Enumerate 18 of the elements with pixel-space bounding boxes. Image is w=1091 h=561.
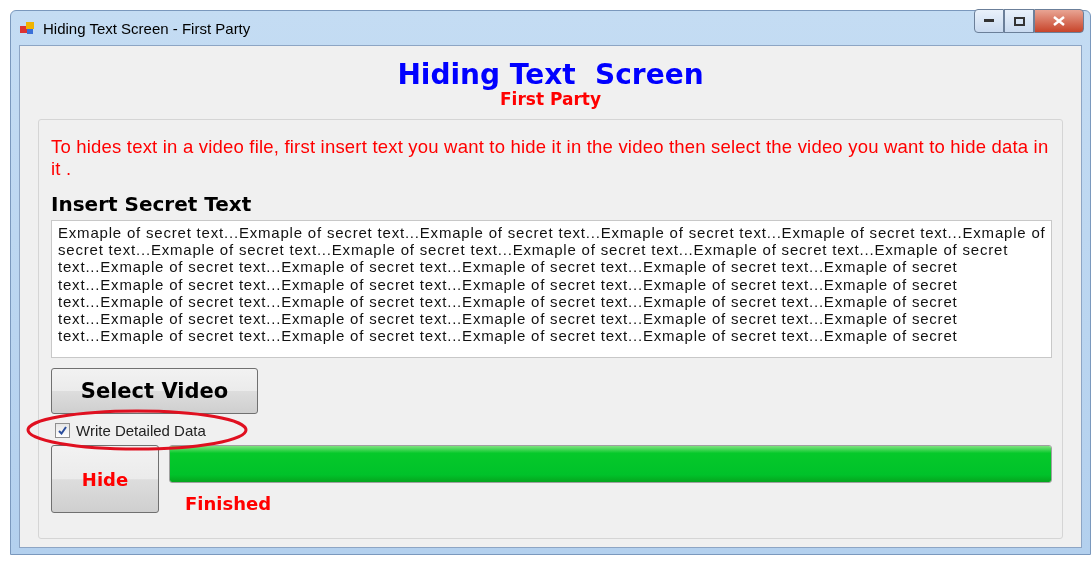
minimize-button[interactable] [974,9,1004,33]
instructions-text: To hides text in a video file, first insert text you want to hide it in the video then select the video you want to hide data in it . [51,136,1050,180]
select-video-button[interactable]: Select Video [51,368,258,414]
maximize-icon [1013,16,1025,26]
screen-title: Hiding Text Screen [397,58,704,91]
checkmark-icon [58,426,67,435]
app-icon [19,20,35,36]
checkbox-label: Write Detailed Data [76,422,206,439]
minimize-icon [984,19,994,23]
close-icon [1053,16,1065,26]
close-button[interactable] [1034,9,1084,33]
secret-text-field[interactable]: Exmaple of secret text...Exmaple of secret text...Exmaple of secret text...Exmaple of secret text...Exmaple of secret text...Exmaple of secret text...Exmaple of secret text...Exmaple of secret text...Exmaple of secret text...Exmaple of secret text...Exmaple of secret text...Exmaple of secret text...Exmaple of secret text...Exmaple of secret text...Exmaple of secret text...Exmaple of secret text...Exmaple of secret text...Exmaple of secret text...Exmaple of secret text...Exmaple of secret text...Exmaple of secret text...Exmaple of secret text...Exmaple of secret text...Exmaple of secret text...Exmaple of secret text...Exmaple of secret text...Exmaple of secret text...Exmaple of secret text...Exmaple of secret text...Exmaple of secret text...Exmaple of secret text...Exmaple of secret text...Exmaple of secret text...Exmaple of secret text...Exmaple of secret text...Exmaple of secret [51,220,1052,358]
window-title: Hiding Text Screen - First Party [43,19,251,37]
field-label: Insert Secret Text [51,192,253,216]
status-text: Finished [185,493,273,514]
screen-subtitle: First Party [499,89,602,109]
maximize-button[interactable] [1004,9,1034,33]
checkbox[interactable] [55,423,70,438]
